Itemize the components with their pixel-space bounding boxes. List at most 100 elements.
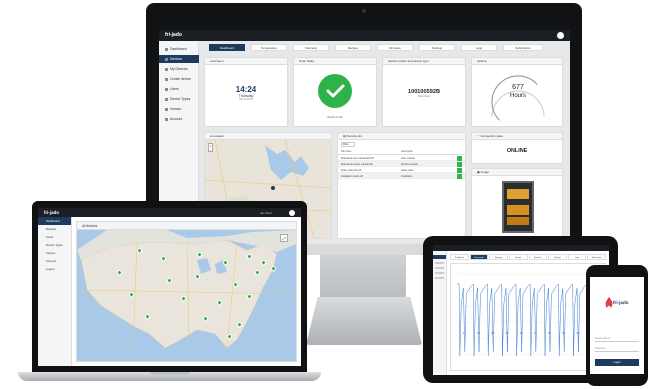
tablet-tab-firmware[interactable]: Firmware — [528, 254, 548, 260]
sidebar-item-version[interactable]: Version — [159, 105, 199, 113]
monitor-camera — [362, 9, 366, 13]
documents-filter[interactable]: Filter — [341, 142, 355, 147]
tablet-tab-settings[interactable]: Settings — [548, 254, 567, 260]
last-seen-card: Last Seen 14:24 Thursday 09-04-2020 — [204, 57, 288, 127]
tab-settings[interactable]: Settings — [419, 44, 455, 51]
download-icon[interactable] — [457, 167, 462, 173]
laptop-map-title: All devices — [77, 222, 296, 230]
temperature-series-line — [457, 283, 600, 357]
tablet-tab-temperature[interactable]: Temperature — [469, 254, 489, 260]
tablet-sidebar — [433, 251, 447, 375]
laptop-sidebar: Dashboard Devices Users Device Types Version… — [38, 217, 72, 366]
document-description: Installation — [401, 174, 413, 177]
laptop-brand: fri-jado — [44, 210, 59, 215]
tablet-tab-telemetry[interactable]: Telemetry — [489, 254, 508, 260]
col-file-name: File name — [341, 150, 352, 153]
laptop-sidebar-item-dashboard[interactable]: Dashboard — [38, 217, 71, 225]
sidebar-item-icon — [165, 97, 168, 101]
connection-card: ◠ Connection state ONLINE — [471, 132, 563, 164]
chart-data-label: 22 — [477, 331, 481, 335]
document-file-name: Multi-deck user manual EN.pdf — [341, 156, 374, 159]
tablet-temperature-chart: 21222524172133313445 — [457, 273, 601, 357]
laptop-sidebar-item-account[interactable]: Account — [38, 257, 71, 265]
tab-recipes[interactable]: Recipes — [335, 44, 371, 51]
laptop-sidebar-item-users[interactable]: Users — [38, 233, 71, 241]
chart-data-label: 24 — [505, 331, 509, 335]
laptop-sidebar-item-logout[interactable]: Logout — [38, 265, 71, 273]
tab-subscription[interactable]: Subscription — [503, 44, 543, 51]
document-file-name: Installation guide.pdf — [341, 174, 363, 177]
sidebar-item-icon — [165, 77, 168, 81]
tablet-tab-logs[interactable]: Logs — [567, 254, 587, 260]
uptime-card: Uptime 677 Hours — [471, 57, 563, 127]
document-description: Service manual — [401, 162, 418, 165]
document-row[interactable]: Installation guide.pdf Installation — [338, 173, 465, 179]
location-title-text: Location — [212, 134, 224, 138]
tablet-sidebar-active[interactable] — [433, 255, 446, 259]
tablet-tab-subscription[interactable]: Subscription — [587, 254, 606, 260]
chart-data-label: 34 — [576, 331, 580, 335]
sidebar-item-dashboard[interactable]: Dashboard — [159, 45, 199, 53]
email-field[interactable]: Email address — [595, 337, 639, 342]
tab-firmware[interactable]: Firmware — [377, 44, 413, 51]
password-field[interactable]: Password — [595, 347, 639, 352]
documents-title: ▤ Documents — [338, 133, 465, 140]
sidebar-item-account[interactable]: Account — [159, 115, 199, 123]
document-file-name: Multi-deck service manual.pdf — [341, 162, 373, 165]
chart-data-label: 31 — [562, 331, 566, 335]
download-icon[interactable] — [457, 161, 462, 167]
download-icon[interactable] — [457, 173, 462, 179]
laptop-top-bar: fri-jado Jan Smit — [38, 208, 301, 217]
tab-logs[interactable]: Logs — [461, 44, 497, 51]
laptop-sidebar-item-devices[interactable]: Devices — [38, 225, 71, 233]
tablet-tab-recipes[interactable]: Recipes — [508, 254, 528, 260]
laptop-avatar[interactable] — [289, 209, 295, 216]
laptop-sidebar-item-version[interactable]: Version — [38, 249, 71, 257]
user-avatar[interactable] — [557, 32, 564, 39]
monitor-stand — [320, 255, 406, 301]
brand-logo: fri-jado — [165, 32, 182, 38]
chart-data-label: 25 — [491, 331, 495, 335]
tab-temperature[interactable]: Temperature — [251, 44, 287, 51]
sidebar-item-label: Users — [170, 87, 179, 91]
laptop-devices-map[interactable]: ⤢ — [77, 230, 297, 361]
laptop-notch — [150, 372, 190, 375]
connection-title-text: Connection state — [480, 134, 503, 138]
map-fullscreen-button[interactable]: ⤢ — [280, 234, 288, 242]
oven-state-title: Oven State — [294, 58, 376, 65]
documents-title-text: Documents — [346, 134, 362, 138]
device-type: Multi-Deck — [417, 95, 431, 98]
documents-card: ▤ Documents Filter File name Description… — [337, 132, 466, 239]
phone-logo: fri-jado — [604, 295, 630, 313]
phone-logo-text: fri-jado — [613, 300, 629, 305]
laptop-screen: fri-jado Jan Smit Dashboard Devices Users D… — [38, 208, 301, 366]
phone-screen: fri-jado Email address Password Login — [590, 277, 644, 374]
sidebar-item-my-devices[interactable]: My Devices — [159, 65, 199, 73]
laptop-sidebar-item-device-types[interactable]: Device Types — [38, 241, 71, 249]
sidebar-item-users[interactable]: Users — [159, 85, 199, 93]
document-file-name: Spare parts list.pdf — [341, 168, 361, 171]
sidebar-item-label: Version — [170, 107, 182, 111]
download-icon[interactable] — [457, 155, 462, 161]
chart-data-label: 33 — [548, 331, 552, 335]
login-button[interactable]: Login — [595, 359, 639, 366]
sidebar-item-create-device[interactable]: Create device — [159, 75, 199, 83]
monitor-stand-foot — [306, 297, 422, 345]
col-description: Description — [401, 150, 413, 153]
sidebar-item-icon — [165, 87, 168, 91]
document-description: User manual — [401, 156, 415, 159]
last-seen-date: 09-04-2020 — [239, 98, 253, 101]
sidebar-item-label: Device Types — [170, 97, 191, 101]
sidebar-item-devices[interactable]: Devices — [159, 55, 199, 63]
tab-dashboard[interactable]: Dashboard — [209, 44, 245, 51]
sidebar-item-label: My Devices — [170, 67, 188, 71]
sidebar-item-device-types[interactable]: Device Types — [159, 95, 199, 103]
sidebar-item-label: Dashboard — [170, 47, 187, 51]
map-zoom-control[interactable]: + − — [208, 143, 213, 152]
top-bar: fri-jado — [159, 30, 570, 41]
laptop-map-card: All devices ⤢ — [76, 221, 297, 362]
sidebar-item-icon — [165, 67, 168, 71]
serial-card: Serial number and device type 100100592B… — [382, 57, 466, 127]
tab-telemetry[interactable]: Telemetry — [293, 44, 329, 51]
tablet-tab-dashboard[interactable]: Dashboard — [450, 254, 469, 260]
